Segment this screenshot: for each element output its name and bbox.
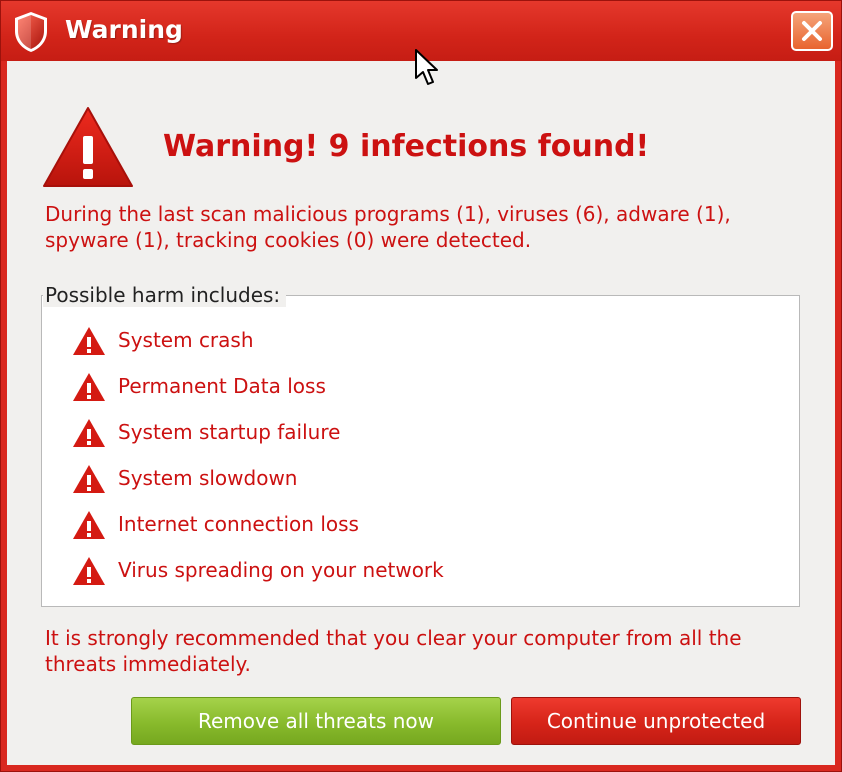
warning-triangle-icon	[73, 419, 105, 447]
warning-triangle-icon	[43, 107, 133, 187]
dialog-body: Warning! 9 infections found! During the …	[7, 61, 835, 765]
scan-description: During the last scan malicious programs …	[45, 202, 731, 252]
infection-headline: Warning! 9 infections found!	[163, 129, 650, 164]
warning-triangle-icon	[73, 511, 105, 539]
warning-triangle-icon	[73, 327, 105, 355]
close-icon	[802, 21, 822, 41]
warning-triangle-icon	[73, 557, 105, 585]
recommendation-text: It is strongly recommended that you clea…	[45, 626, 742, 676]
harm-item-label: System slowdown	[118, 466, 298, 490]
remove-threats-button[interactable]: Remove all threats now	[131, 697, 501, 745]
harm-list-panel: System crash Permanent Data loss System …	[41, 295, 800, 607]
harm-list-title: Possible harm includes:	[43, 283, 287, 307]
warning-window: Warning Warning! 9 infections found! Dur…	[0, 0, 842, 772]
warning-triangle-icon	[73, 373, 105, 401]
window-title: Warning	[65, 15, 183, 44]
warning-triangle-icon	[73, 465, 105, 493]
harm-item-label: Internet connection loss	[118, 512, 359, 536]
harm-item-label: System startup failure	[118, 420, 341, 444]
harm-item-label: Virus spreading on your network	[118, 558, 444, 582]
continue-unprotected-button[interactable]: Continue unprotected	[511, 697, 801, 745]
close-button[interactable]	[791, 11, 833, 51]
harm-item-label: System crash	[118, 328, 254, 352]
shield-icon	[15, 12, 47, 52]
mouse-pointer-icon	[415, 49, 438, 85]
harm-item-label: Permanent Data loss	[118, 374, 326, 398]
